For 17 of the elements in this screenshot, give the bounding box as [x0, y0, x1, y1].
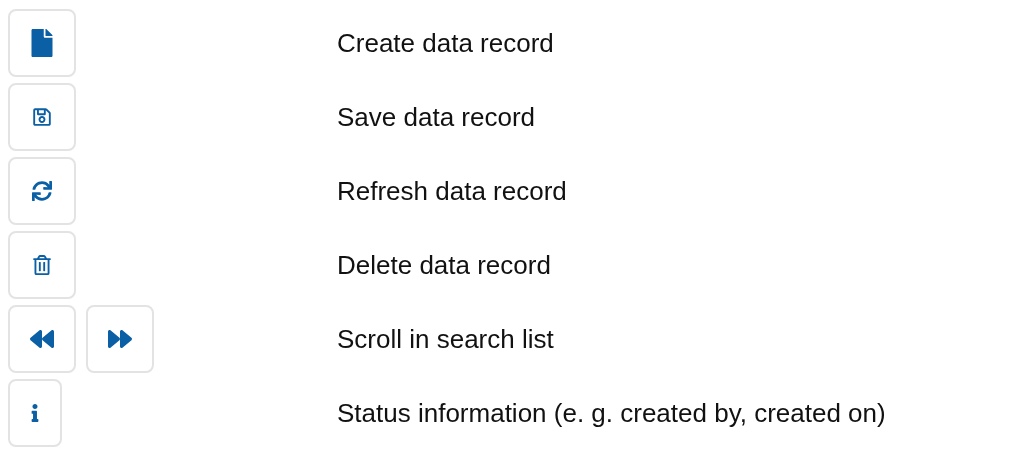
fast-forward-icon: [108, 327, 132, 351]
description-text: Create data record: [337, 26, 554, 60]
description-text: Refresh data record: [337, 174, 567, 208]
toolbar-button[interactable]: [8, 305, 76, 373]
toolbar-button[interactable]: [8, 83, 76, 151]
trash-icon: [32, 255, 52, 275]
toolbar-button[interactable]: [8, 9, 76, 77]
save-icon: [32, 107, 52, 127]
description-text: Delete data record: [337, 248, 551, 282]
refresh-icon: [32, 181, 52, 201]
description-text: Status information (e. g. created by, created on): [337, 396, 886, 430]
toolbar-button[interactable]: [8, 231, 76, 299]
toolbar-button[interactable]: [8, 157, 76, 225]
rewind-icon: [30, 327, 54, 351]
description-text: Save data record: [337, 100, 535, 134]
description-text: Scroll in search list: [337, 322, 554, 356]
toolbar-button[interactable]: [86, 305, 154, 373]
